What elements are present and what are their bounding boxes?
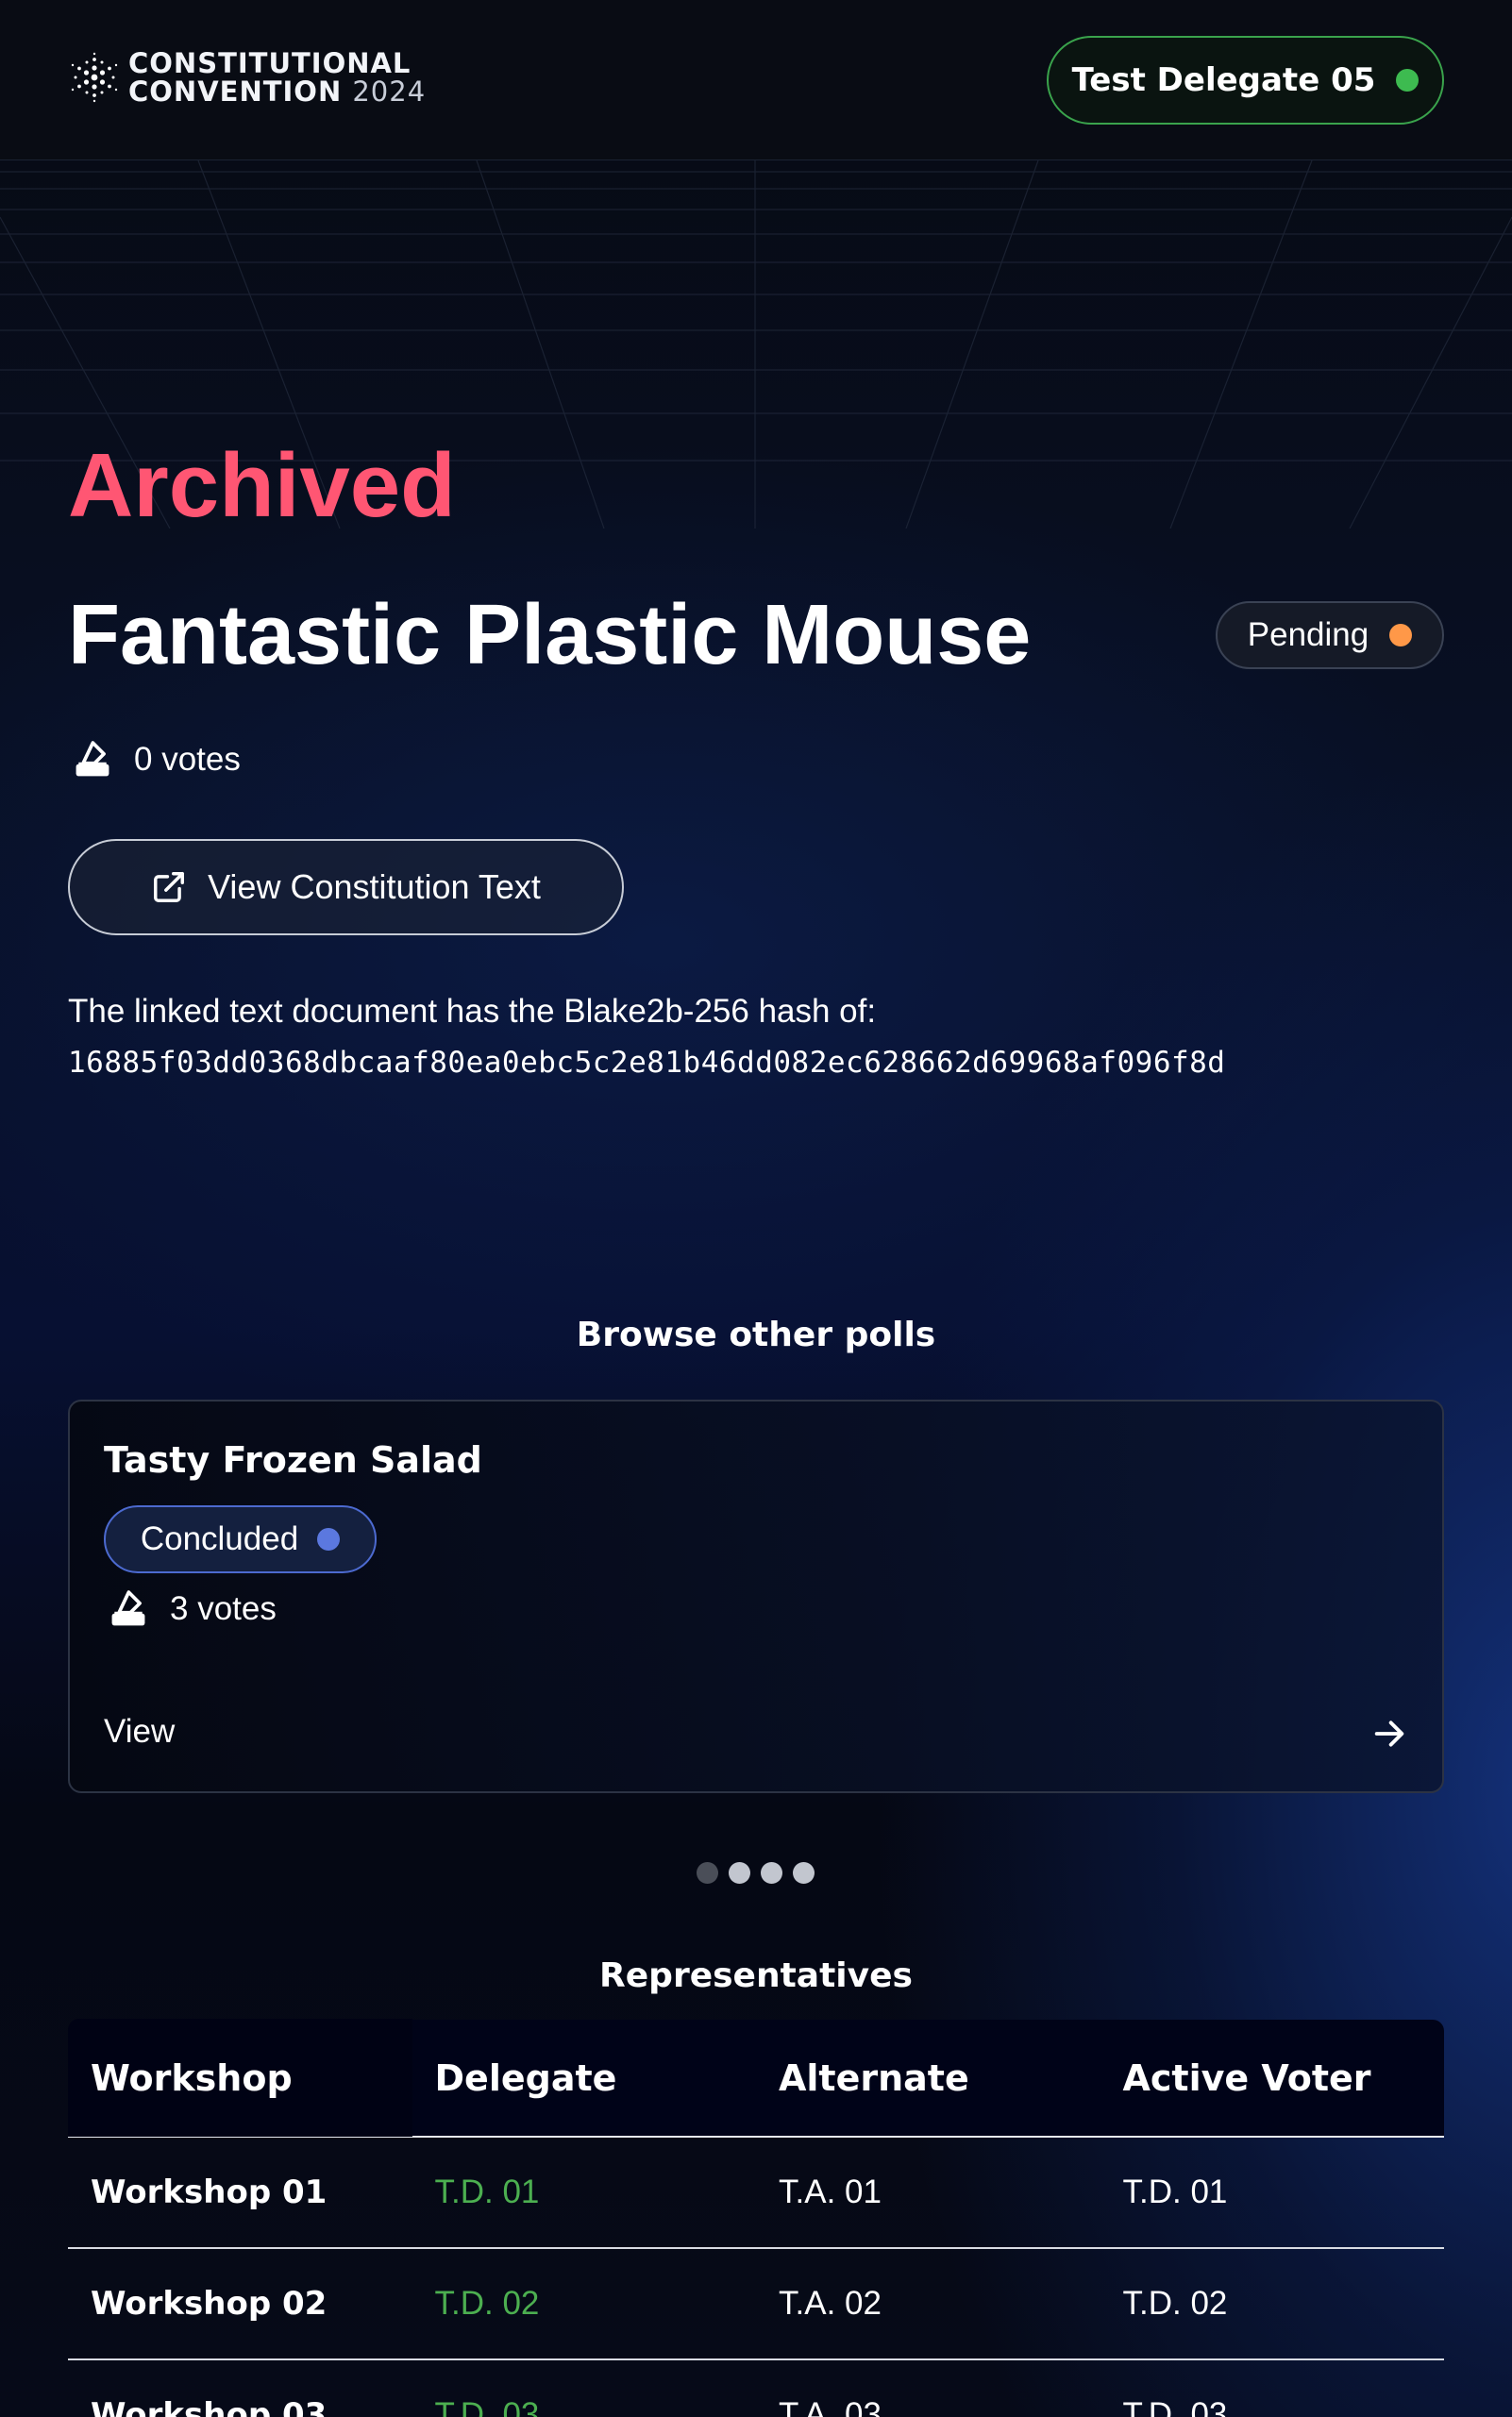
poll-state-label: Archived	[68, 435, 456, 536]
logo-line-1: CONSTITUTIONAL	[128, 47, 412, 79]
hash-value: 16885f03dd0368dbcaaf80ea0ebc5c2e81b46dd0…	[68, 1046, 1226, 1080]
delegate-cell: T.D. 01	[434, 2174, 540, 2210]
table-row: Workshop 01 T.D. 01 T.A. 01 T.D. 01	[68, 2138, 1444, 2249]
column-header-active-voter: Active Voter	[1122, 2056, 1371, 2099]
poll-card-status-text: Concluded	[140, 1520, 299, 1557]
pending-status-dot	[1389, 624, 1413, 646]
carousel-pagination	[697, 1862, 825, 1884]
table-row: Workshop 02 T.D. 02 T.A. 02 T.D. 02	[68, 2249, 1444, 2360]
poll-card-votes: 3 votes	[108, 1588, 277, 1630]
active-voter-cell: T.D. 01	[1122, 2174, 1228, 2210]
alternate-cell: T.A. 03	[779, 2396, 882, 2417]
pagination-dot[interactable]	[761, 1862, 782, 1884]
user-name: Test Delegate 05	[1071, 61, 1376, 99]
online-status-dot	[1396, 69, 1420, 92]
representatives-table: Workshop Delegate Alternate Active Voter…	[68, 2019, 1444, 2417]
pagination-dot[interactable]	[697, 1862, 718, 1884]
delegate-cell: T.D. 02	[434, 2285, 540, 2322]
external-link-icon	[154, 872, 185, 902]
view-constitution-label: View Constitution Text	[208, 867, 541, 906]
column-header-delegate: Delegate	[434, 2056, 617, 2099]
logo-wordmark: CONSTITUTIONAL CONVENTION 2024	[128, 49, 426, 106]
logo-line-2: CONVENTION 2024	[128, 77, 426, 106]
poll-status-text: Pending	[1247, 616, 1369, 653]
arrow-right-icon[interactable]	[1370, 1715, 1408, 1753]
pagination-dot[interactable]	[793, 1862, 815, 1884]
view-constitution-text-button[interactable]: View Constitution Text	[68, 839, 624, 935]
logo-year: 2024	[352, 76, 427, 108]
table-row: Workshop 03 T.D. 03 T.A. 03 T.D. 03	[68, 2360, 1444, 2417]
logo[interactable]: CONSTITUTIONAL CONVENTION 2024	[68, 49, 426, 106]
active-voter-cell: T.D. 03	[1122, 2396, 1228, 2417]
workshop-cell: Workshop 01	[91, 2174, 328, 2211]
delegate-cell: T.D. 03	[434, 2396, 540, 2417]
hash-info: The linked text document has the Blake2b…	[68, 986, 1225, 1088]
poll-card-title: Tasty Frozen Salad	[104, 1439, 482, 1481]
poll-votes-count: 0 votes	[134, 741, 241, 778]
user-menu-button[interactable]: Test Delegate 05	[1047, 36, 1444, 125]
workshop-cell: Workshop 03	[91, 2396, 328, 2417]
poll-status-badge: Pending	[1216, 601, 1444, 669]
poll-title: Fantastic Plastic Mouse	[68, 588, 1032, 682]
poll-card[interactable]: Tasty Frozen Salad Concluded 3 votes Vie…	[68, 1400, 1444, 1793]
active-voter-cell: T.D. 02	[1122, 2285, 1228, 2322]
alternate-cell: T.A. 02	[779, 2285, 882, 2322]
column-header-workshop: Workshop	[68, 2019, 412, 2137]
workshop-cell: Workshop 02	[91, 2285, 328, 2323]
logo-convention: CONVENTION	[128, 76, 343, 108]
poll-card-votes-count: 3 votes	[170, 1590, 277, 1627]
ballot-box-icon	[111, 1590, 145, 1626]
browse-polls-title: Browse other polls	[576, 1316, 936, 1354]
hash-intro: The linked text document has the Blake2b…	[68, 993, 877, 1030]
poll-votes: 0 votes	[72, 739, 241, 780]
concluded-status-dot	[317, 1528, 341, 1551]
poll-card-status-badge: Concluded	[104, 1505, 377, 1573]
poll-card-view-link[interactable]: View	[104, 1713, 175, 1751]
ballot-box-icon	[76, 741, 109, 777]
cardano-logo-icon	[71, 52, 118, 103]
column-header-alternate: Alternate	[779, 2056, 969, 2099]
alternate-cell: T.A. 01	[779, 2174, 882, 2210]
representatives-title: Representatives	[599, 1956, 913, 1995]
top-header: CONSTITUTIONAL CONVENTION 2024 Test Dele…	[0, 0, 1512, 160]
pagination-dot[interactable]	[729, 1862, 750, 1884]
table-header: Workshop Delegate Alternate Active Voter	[68, 2019, 1444, 2138]
